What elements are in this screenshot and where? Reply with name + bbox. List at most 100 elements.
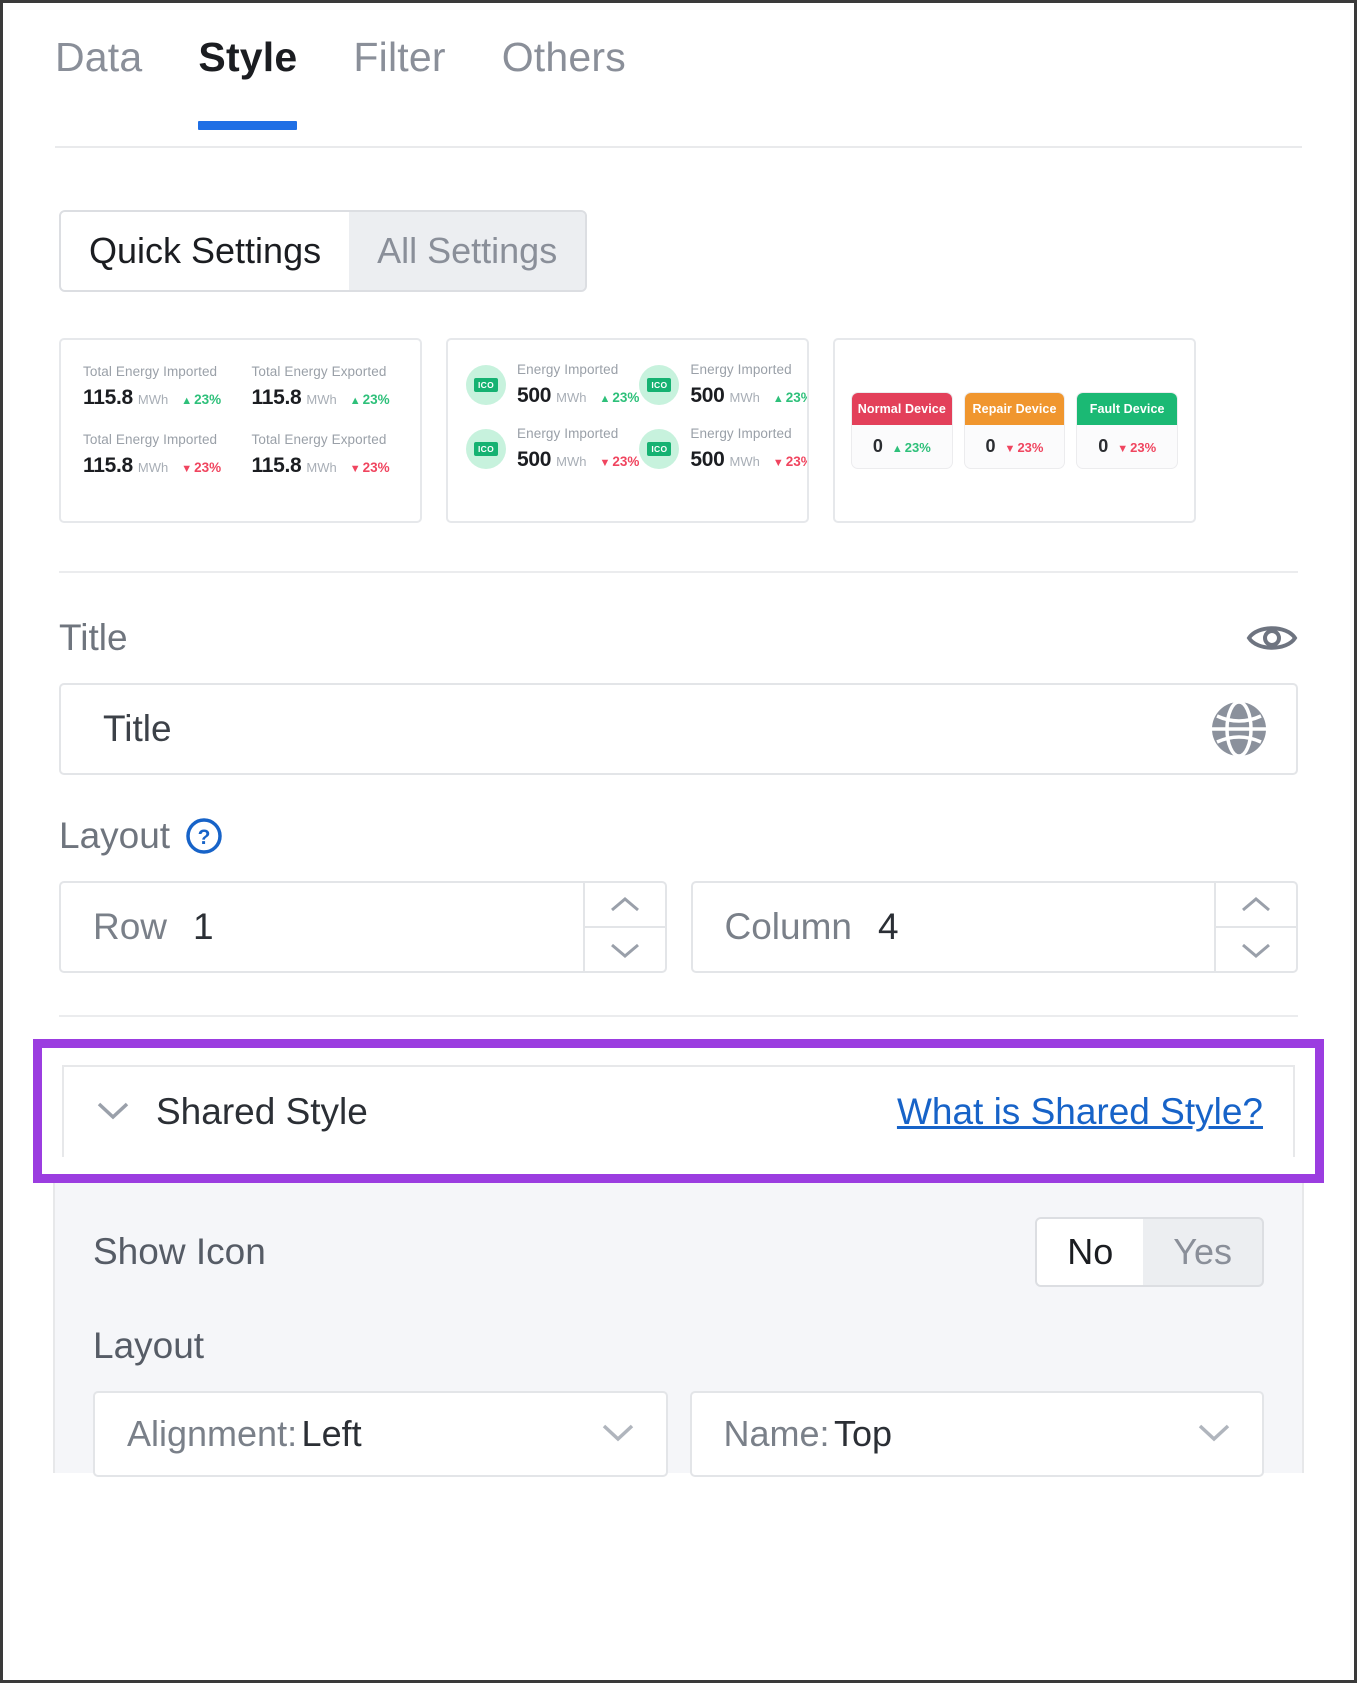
delta-down-arrow-icon: ▼: [1117, 443, 1128, 455]
delta-down-arrow-icon: ▼: [773, 457, 784, 469]
delta-up-arrow-icon: ▲: [773, 393, 784, 405]
row-decrement-button[interactable]: [585, 926, 665, 971]
column-decrement-button[interactable]: [1216, 926, 1296, 971]
kpi-label: Energy Imported: [690, 426, 809, 441]
row-stepper[interactable]: Row 1: [59, 881, 667, 973]
kpi-delta-value: 23%: [363, 392, 390, 407]
shared-style-highlight: Shared Style What is Shared Style?: [33, 1039, 1324, 1183]
row-stepper-value: 1: [193, 906, 214, 948]
all-settings-option[interactable]: All Settings: [349, 212, 585, 290]
quick-settings-option[interactable]: Quick Settings: [61, 212, 349, 290]
kpi-text-block: Energy Imported 500 MWh ▲23%: [690, 362, 809, 408]
settings-panel: Data Style Filter Others Quick Settings …: [0, 0, 1357, 1683]
energy-icon: ICO: [639, 429, 679, 469]
kpi-row: 500 MWh ▲23%: [690, 384, 809, 408]
preview-kpi-item: Total Energy Exported 115.8 MWh ▲23%: [252, 364, 421, 410]
column-stepper-field[interactable]: Column 4: [693, 883, 1215, 971]
kpi-row: 115.8 MWh ▲23%: [252, 386, 421, 410]
tab-others-label: Others: [502, 34, 626, 80]
kpi-text-block: Energy Imported 500 MWh ▼23%: [517, 426, 639, 472]
delta-up-arrow-icon: ▲: [599, 393, 610, 405]
kpi-label: Total Energy Exported: [252, 432, 421, 447]
name-position-dropdown-value: Top: [834, 1413, 892, 1454]
show-icon-no-option[interactable]: No: [1037, 1219, 1143, 1285]
kpi-value: 115.8: [252, 386, 302, 410]
device-count: 0: [873, 436, 883, 457]
chevron-down-icon[interactable]: [92, 1097, 134, 1128]
kpi-delta: ▲23%: [773, 390, 809, 405]
kpi-unit: MWh: [138, 392, 168, 407]
name-position-dropdown-text: Name: Top: [724, 1413, 893, 1455]
alignment-dropdown[interactable]: Alignment: Left: [93, 1391, 668, 1477]
kpi-unit: MWh: [306, 460, 336, 475]
tab-style[interactable]: Style: [198, 37, 297, 140]
kpi-value: 500: [690, 384, 724, 408]
kpi-delta-value: 23%: [194, 392, 221, 407]
device-status-card: Fault Device 0 ▼23%: [1076, 392, 1178, 469]
kpi-value: 115.8: [83, 386, 133, 410]
kpi-row: 500 MWh ▼23%: [517, 448, 639, 472]
template-preview-card-3[interactable]: Normal Device 0 ▲23% Repair Device 0 ▼23…: [833, 338, 1196, 523]
device-status-header: Repair Device: [965, 393, 1065, 425]
title-input[interactable]: Title: [59, 683, 1298, 775]
name-position-dropdown[interactable]: Name: Top: [690, 1391, 1265, 1477]
chevron-down-icon: [1192, 1419, 1236, 1450]
kpi-delta: ▼23%: [773, 454, 809, 469]
kpi-value: 500: [690, 448, 724, 472]
kpi-row: 500 MWh ▼23%: [690, 448, 809, 472]
device-count: 0: [986, 436, 996, 457]
preview-kpi-item: ICO Energy Imported 500 MWh ▼23%: [639, 426, 809, 472]
title-label-row: Title: [59, 573, 1298, 659]
template-preview-card-1[interactable]: Total Energy Imported 115.8 MWh ▲23% Tot…: [59, 338, 422, 523]
kpi-row: 500 MWh ▲23%: [517, 384, 639, 408]
kpi-label: Energy Imported: [690, 362, 809, 377]
tab-filter-label: Filter: [353, 34, 445, 80]
column-stepper[interactable]: Column 4: [691, 881, 1299, 973]
shared-style-body: Show Icon No Yes Layout Alignment: Left …: [53, 1183, 1304, 1473]
device-status-body: 0 ▲23%: [852, 425, 952, 468]
kpi-row: 115.8 MWh ▲23%: [83, 386, 252, 410]
preview-kpi-icon-grid: ICO Energy Imported 500 MWh ▲23% ICO Ene…: [448, 340, 807, 472]
template-preview-card-2[interactable]: ICO Energy Imported 500 MWh ▲23% ICO Ene…: [446, 338, 809, 523]
tab-filter[interactable]: Filter: [353, 37, 445, 140]
delta-up-arrow-icon: ▲: [350, 395, 361, 407]
row-increment-button[interactable]: [585, 883, 665, 926]
kpi-label: Energy Imported: [517, 362, 639, 377]
kpi-delta-value: 23%: [612, 454, 639, 469]
kpi-delta-value: 23%: [786, 454, 809, 469]
column-stepper-buttons: [1214, 883, 1296, 971]
divider-2: [59, 1015, 1298, 1017]
tab-others[interactable]: Others: [502, 37, 626, 140]
tab-data[interactable]: Data: [55, 37, 142, 140]
kpi-delta: ▲23%: [181, 392, 221, 407]
question-circle-icon[interactable]: ?: [185, 817, 223, 855]
settings-mode-toggle[interactable]: Quick Settings All Settings: [59, 210, 587, 292]
kpi-unit: MWh: [556, 454, 586, 469]
globe-icon[interactable]: [1206, 696, 1272, 762]
kpi-delta-value: 23%: [194, 460, 221, 475]
delta-down-arrow-icon: ▼: [181, 463, 192, 475]
tab-bar: Data Style Filter Others: [3, 3, 1354, 158]
alignment-dropdown-key: Alignment:: [127, 1413, 297, 1454]
kpi-label: Energy Imported: [517, 426, 639, 441]
kpi-row: 115.8 MWh ▼23%: [83, 454, 252, 478]
icon-chip-label: ICO: [647, 378, 671, 392]
shared-style-header[interactable]: Shared Style What is Shared Style?: [62, 1065, 1295, 1157]
eye-icon[interactable]: [1246, 620, 1298, 656]
preview-kpi-item: Total Energy Imported 115.8 MWh ▼23%: [83, 432, 252, 478]
row-stepper-label: Row: [93, 906, 167, 948]
device-delta: ▲23%: [892, 440, 931, 455]
delta-down-arrow-icon: ▼: [350, 463, 361, 475]
kpi-text-block: Energy Imported 500 MWh ▲23%: [517, 362, 639, 408]
row-stepper-field[interactable]: Row 1: [61, 883, 583, 971]
kpi-delta-value: 23%: [363, 460, 390, 475]
show-icon-toggle[interactable]: No Yes: [1035, 1217, 1264, 1287]
show-icon-yes-option[interactable]: Yes: [1143, 1219, 1262, 1285]
device-status-card: Repair Device 0 ▼23%: [964, 392, 1066, 469]
device-status-body: 0 ▼23%: [1077, 425, 1177, 468]
shared-style-title: Shared Style: [156, 1091, 368, 1133]
what-is-shared-style-link[interactable]: What is Shared Style?: [897, 1091, 1263, 1133]
preview-kpi-item: ICO Energy Imported 500 MWh ▲23%: [639, 362, 809, 408]
column-increment-button[interactable]: [1216, 883, 1296, 926]
energy-icon: ICO: [466, 429, 506, 469]
